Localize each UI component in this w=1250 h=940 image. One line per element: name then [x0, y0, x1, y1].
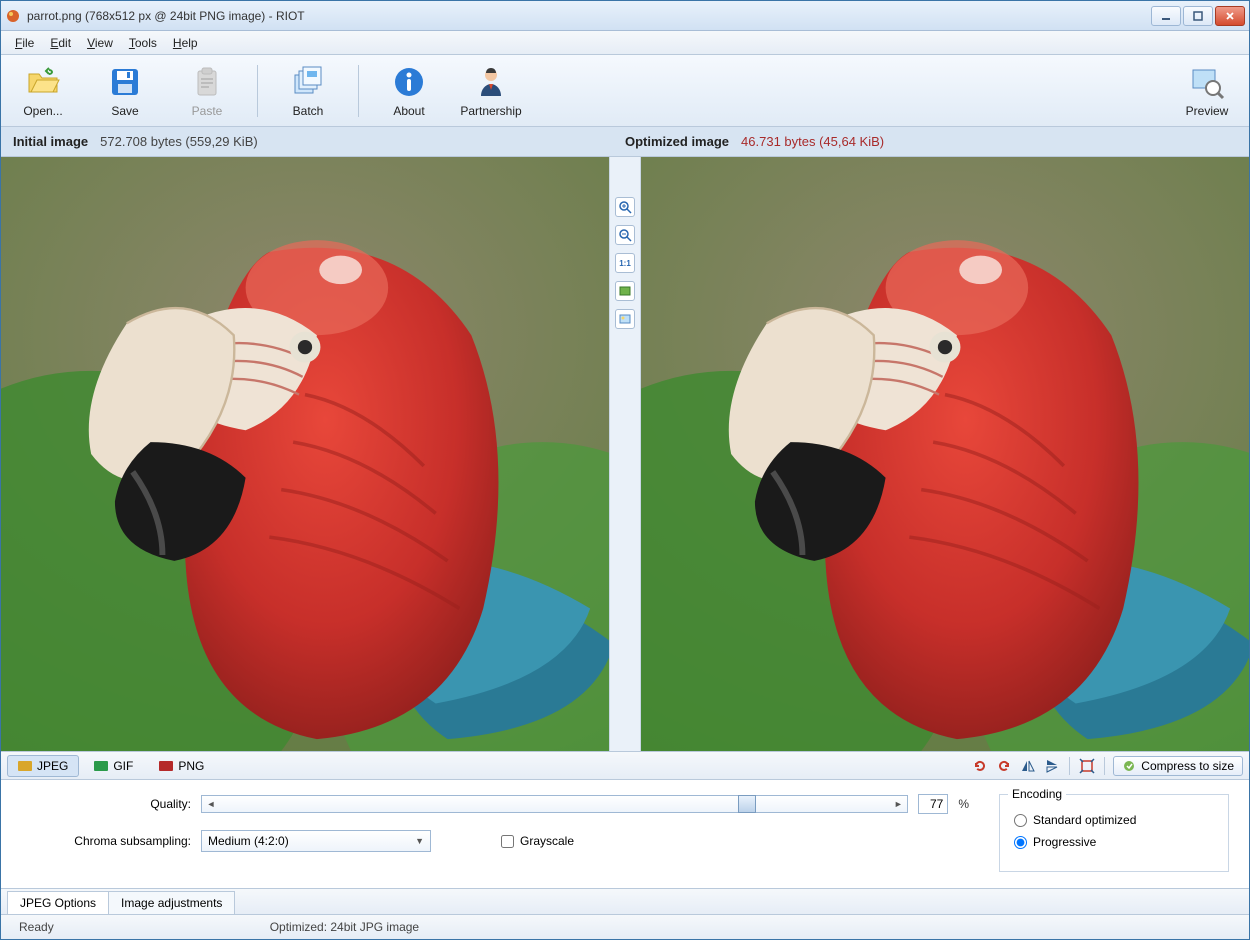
tool-divider	[1069, 757, 1070, 775]
menu-edit[interactable]: Edit	[42, 34, 79, 52]
chroma-value: Medium (4:2:0)	[208, 834, 289, 848]
about-button[interactable]: About	[377, 64, 441, 118]
status-optimized: Optimized: 24bit JPG image	[262, 918, 427, 936]
grayscale-checkbox[interactable]: Grayscale	[501, 834, 671, 848]
menu-tools[interactable]: Tools	[121, 34, 165, 52]
tool-divider-2	[1104, 757, 1105, 775]
chroma-label: Chroma subsampling:	[21, 834, 191, 848]
encoding-progressive-radio[interactable]: Progressive	[1014, 835, 1214, 849]
jpeg-icon	[18, 761, 32, 771]
tab-image-adjustments[interactable]: Image adjustments	[108, 891, 235, 914]
preview-label: Preview	[1186, 104, 1229, 118]
rotate-ccw-icon[interactable]	[971, 757, 989, 775]
zoom-out-button[interactable]	[615, 225, 635, 245]
quality-slider[interactable]: ◄ ►	[201, 795, 908, 813]
encoding-standard-radio[interactable]: Standard optimized	[1014, 813, 1214, 827]
tab-jpeg[interactable]: JPEG	[7, 755, 79, 777]
chroma-row: Chroma subsampling: Medium (4:2:0) ▼ Gra…	[21, 830, 969, 852]
initial-image-pane[interactable]	[1, 157, 609, 751]
initial-image-bytes: 572.708 bytes (559,29 KiB)	[100, 134, 258, 149]
slider-increment-icon[interactable]: ►	[890, 796, 906, 812]
tab-gif[interactable]: GIF	[83, 755, 144, 777]
open-button[interactable]: Open...	[11, 64, 75, 118]
compress-to-size-button[interactable]: Compress to size	[1113, 756, 1243, 776]
encoding-legend: Encoding	[1008, 787, 1066, 801]
save-button[interactable]: Save	[93, 64, 157, 118]
optimized-image-bytes: 46.731 bytes (45,64 KiB)	[741, 134, 884, 149]
batch-button[interactable]: Batch	[276, 64, 340, 118]
paste-icon	[189, 64, 225, 100]
chevron-down-icon: ▼	[415, 836, 424, 846]
tab-png[interactable]: PNG	[148, 755, 215, 777]
open-label: Open...	[23, 104, 62, 118]
background-button[interactable]	[615, 309, 635, 329]
preview-icon	[1189, 64, 1225, 100]
about-label: About	[393, 104, 424, 118]
partnership-label: Partnership	[460, 104, 521, 118]
menubar: File Edit View Tools Help	[1, 31, 1249, 55]
zoom-actual-button[interactable]: 1:1	[615, 253, 635, 273]
compress-icon	[1122, 759, 1136, 773]
info-bar: Initial image 572.708 bytes (559,29 KiB)…	[1, 127, 1249, 157]
save-label: Save	[111, 104, 138, 118]
zoom-in-button[interactable]	[615, 197, 635, 217]
bottom-tabs: JPEG Options Image adjustments	[1, 889, 1249, 915]
maximize-button[interactable]	[1183, 6, 1213, 26]
partnership-button[interactable]: Partnership	[459, 64, 523, 118]
batch-icon	[290, 64, 326, 100]
menu-help[interactable]: Help	[165, 34, 206, 52]
quality-percent: %	[958, 797, 969, 811]
initial-image	[1, 157, 609, 751]
app-icon	[5, 8, 21, 24]
center-tool-strip: 1:1	[609, 157, 641, 751]
gif-icon	[94, 761, 108, 771]
info-icon	[391, 64, 427, 100]
encoding-group: Encoding Standard optimized Progressive	[999, 794, 1229, 872]
window-title: parrot.png (768x512 px @ 24bit PNG image…	[27, 9, 1151, 23]
optimized-image-pane[interactable]	[641, 157, 1249, 751]
flip-vertical-icon[interactable]	[1043, 757, 1061, 775]
toolbar: Open... Save Paste Batch About Partnersh…	[1, 55, 1249, 127]
grayscale-input[interactable]	[501, 835, 514, 848]
optimized-image	[641, 157, 1249, 751]
slider-decrement-icon[interactable]: ◄	[203, 796, 219, 812]
rotate-cw-icon[interactable]	[995, 757, 1013, 775]
flip-horizontal-icon[interactable]	[1019, 757, 1037, 775]
minimize-button[interactable]	[1151, 6, 1181, 26]
status-bar: Ready Optimized: 24bit JPG image	[1, 915, 1249, 939]
paste-button[interactable]: Paste	[175, 64, 239, 118]
paste-label: Paste	[192, 104, 223, 118]
slider-thumb[interactable]	[738, 795, 756, 813]
optimized-image-label: Optimized image	[625, 134, 729, 149]
initial-image-label: Initial image	[13, 134, 88, 149]
menu-view[interactable]: View	[79, 34, 121, 52]
quality-value[interactable]: 77	[918, 794, 948, 814]
image-compare-area: 1:1	[1, 157, 1249, 752]
titlebar: parrot.png (768x512 px @ 24bit PNG image…	[1, 1, 1249, 31]
tab-jpeg-options[interactable]: JPEG Options	[7, 891, 109, 914]
toolbar-separator-2	[358, 65, 359, 117]
options-panel: Quality: ◄ ► 77 % Chroma subsampling: Me…	[1, 780, 1249, 889]
person-icon	[473, 64, 509, 100]
right-tool-strip: Compress to size	[971, 756, 1243, 776]
quality-label: Quality:	[21, 797, 191, 811]
batch-label: Batch	[293, 104, 324, 118]
window-controls	[1151, 6, 1245, 26]
save-icon	[107, 64, 143, 100]
status-ready: Ready	[11, 918, 62, 936]
format-tab-row: JPEG GIF PNG Compress to size	[1, 752, 1249, 780]
close-button[interactable]	[1215, 6, 1245, 26]
resize-icon[interactable]	[1078, 757, 1096, 775]
folder-open-icon	[25, 64, 61, 100]
toolbar-separator	[257, 65, 258, 117]
preview-button[interactable]: Preview	[1175, 64, 1239, 118]
menu-file[interactable]: File	[7, 34, 42, 52]
chroma-combobox[interactable]: Medium (4:2:0) ▼	[201, 830, 431, 852]
png-icon	[159, 761, 173, 771]
quality-row: Quality: ◄ ► 77 %	[21, 794, 969, 814]
fit-button[interactable]	[615, 281, 635, 301]
